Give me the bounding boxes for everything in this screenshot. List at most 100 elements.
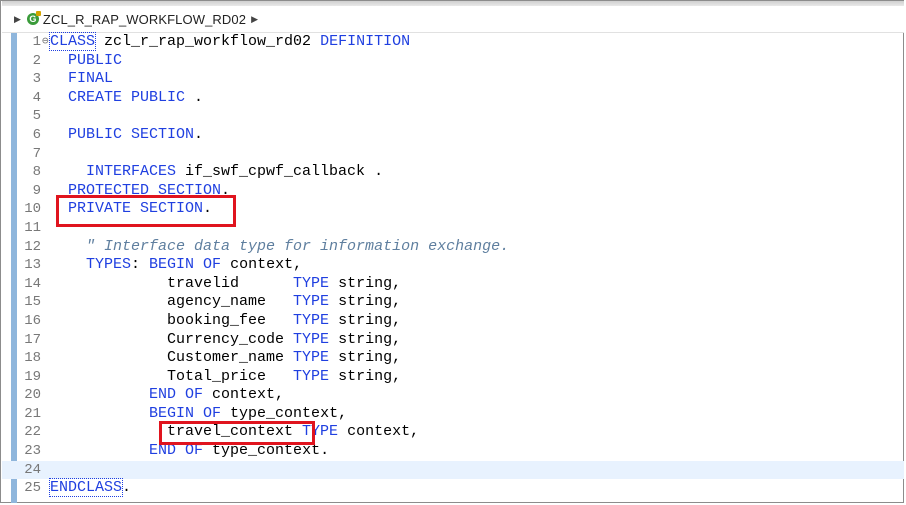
keyword-token: INTERFACES [86,163,177,181]
fold-toggle-icon[interactable]: ⊖ [42,33,49,52]
code-line[interactable]: 12 " Interface data type for information… [2,238,904,257]
code-text[interactable]: " Interface data type for information ex… [50,238,509,257]
code-line[interactable]: 14 travelid TYPE string, [2,275,904,294]
code-token: . [194,125,204,143]
code-text[interactable]: END OF context, [50,386,284,405]
code-line[interactable]: 15 agency_name TYPE string, [2,293,904,312]
keyword-token: CLASS [48,32,97,51]
keyword-token: PUBLIC SECTION [68,125,195,143]
code-text[interactable]: CLASS zcl_r_rap_workflow_rd02 DEFINITION [48,32,411,52]
keyword-token: DEFINITION [320,33,411,50]
code-text[interactable]: CREATE PUBLIC . [50,89,203,108]
code-text[interactable]: PUBLIC [50,52,122,71]
line-number: 25 [24,480,41,497]
code-token: : [131,256,150,274]
code-lines[interactable]: 1 ⊖ CLASS zcl_r_rap_workflow_rd02 DEFINITI… [2,32,904,498]
code-text[interactable]: PUBLIC SECTION. [50,126,203,145]
code-line[interactable]: 22 travel_context TYPE context, [2,423,904,442]
code-line[interactable]: 17 Currency_code TYPE string, [2,331,904,350]
line-number: 7 [32,145,41,162]
code-line[interactable]: 5 [2,107,904,126]
code-line[interactable]: 21 BEGIN OF type_context, [2,405,904,424]
code-text[interactable]: booking_fee TYPE string, [50,312,401,331]
code-token: type_context, [221,404,348,422]
code-text[interactable]: TYPES: BEGIN OF context, [50,256,302,275]
code-token: Customer_name [50,349,294,367]
code-line[interactable]: 6 PUBLIC SECTION. [2,126,904,145]
line-number: 3 [32,71,41,88]
line-number: 11 [24,219,41,236]
code-token: Currency_code [50,330,294,348]
code-text[interactable]: Currency_code TYPE string, [50,331,401,350]
code-line[interactable]: 19 Total_price TYPE string, [2,368,904,387]
chevron-right-icon[interactable]: ▶ [251,14,258,25]
code-line[interactable]: 16 booking_fee TYPE string, [2,312,904,331]
code-line[interactable]: 3 FINAL [2,70,904,89]
code-text[interactable]: FINAL [50,70,113,89]
code-line[interactable]: 4 CREATE PUBLIC . [2,89,904,108]
code-token: booking_fee [50,311,294,329]
line-number: 21 [24,405,41,422]
line-number: 24 [24,461,41,478]
code-editor[interactable]: 1 ⊖ CLASS zcl_r_rap_workflow_rd02 DEFINITI… [2,32,904,503]
line-number: 13 [24,257,41,274]
code-token: context, [221,256,303,274]
keyword-token: TYPE [293,274,330,292]
code-text[interactable]: INTERFACES if_swf_cpwf_callback . [50,163,383,182]
code-token: if_swf_cpwf_callback . [176,163,384,181]
line-number: 19 [24,368,41,385]
keyword-token: PUBLIC [68,51,123,69]
abap-class-icon: G [26,11,41,25]
code-text[interactable]: travelid TYPE string, [50,275,401,294]
keyword-token: BEGIN OF [149,256,222,274]
code-line[interactable]: 20 END OF context, [2,386,904,405]
highlight-private-section [56,195,236,227]
line-number: 15 [24,294,41,311]
keyword-token: TYPE [293,367,330,385]
line-number: 10 [24,201,41,218]
code-token: string, [329,349,402,367]
code-token: string, [329,311,402,329]
code-line[interactable]: 7 [2,145,904,164]
keyword-token: FINAL [68,70,114,88]
code-line[interactable]: 25 ENDCLASS. [2,478,904,498]
code-text[interactable]: agency_name TYPE string, [50,293,401,312]
keyword-token: ENDCLASS [48,478,124,498]
code-line[interactable]: 2 PUBLIC [2,52,904,71]
line-number: 1 [32,34,41,50]
code-line[interactable]: 23 END OF type_context. [2,442,904,461]
breadcrumb-class-name[interactable]: ZCL_R_RAP_WORKFLOW_RD02 [43,12,246,27]
line-number: 20 [24,387,41,404]
line-number: 18 [24,350,41,367]
line-number: 17 [24,331,41,348]
code-line[interactable]: 13 TYPES: BEGIN OF context, [2,256,904,275]
comment-token: " Interface data type for information ex… [86,237,510,255]
editor-window: ▶ G ZCL_R_RAP_WORKFLOW_RD02 ▶ 1 ⊖ CLASS zc… [0,0,904,503]
keyword-token: TYPE [293,349,330,367]
code-token: agency_name [50,293,294,311]
code-line[interactable]: 1 ⊖ CLASS zcl_r_rap_workflow_rd02 DEFINITI… [2,32,904,52]
keyword-token: TYPE [293,293,330,311]
chevron-right-icon[interactable]: ▶ [14,14,21,25]
line-number: 5 [32,108,41,125]
code-line[interactable]: 8 INTERFACES if_swf_cpwf_callback . [2,163,904,182]
breadcrumb[interactable]: ▶ G ZCL_R_RAP_WORKFLOW_RD02 ▶ [2,6,904,33]
keyword-token: TYPE [293,330,330,348]
code-token: context, [338,423,420,441]
code-text[interactable]: ENDCLASS. [48,478,132,498]
code-text[interactable]: Total_price TYPE string, [50,368,401,387]
code-text[interactable]: Customer_name TYPE string, [50,349,401,368]
code-line[interactable]: 24 [2,460,904,480]
code-line[interactable]: 18 Customer_name TYPE string, [2,349,904,368]
code-token: . [122,479,132,497]
line-number: 23 [24,443,41,460]
line-number: 14 [24,275,41,292]
